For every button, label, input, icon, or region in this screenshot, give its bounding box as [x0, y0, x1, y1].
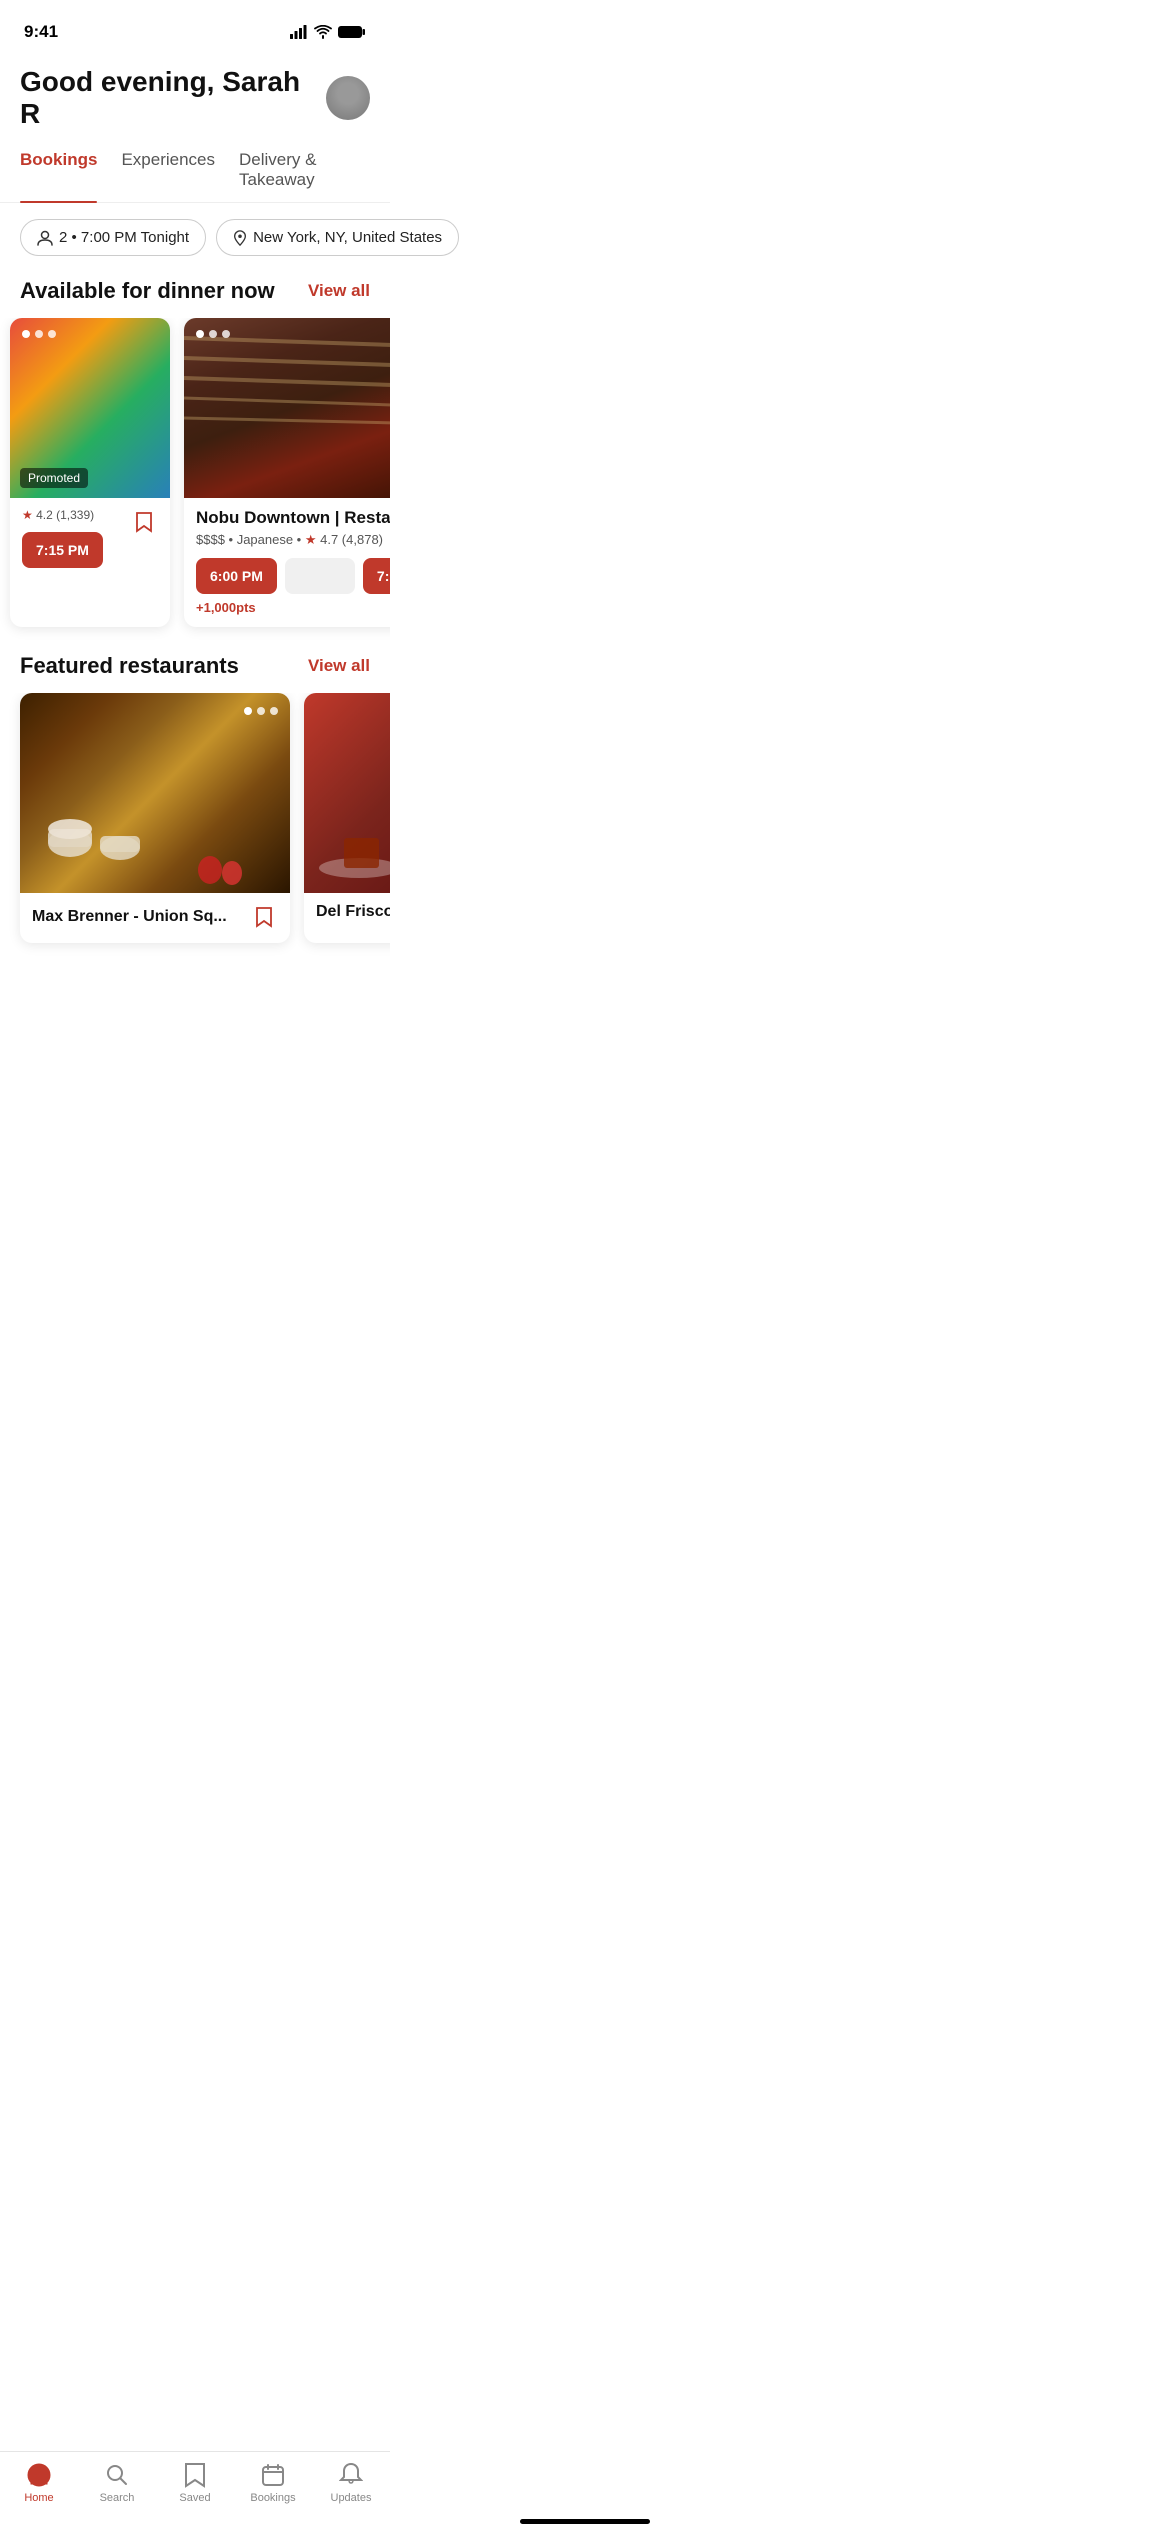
available-section-title: Available for dinner now	[20, 278, 275, 304]
max-brenner-card-body: Max Brenner - Union Sq...	[20, 893, 290, 943]
max-brenner-image	[20, 693, 290, 893]
status-icons	[290, 25, 366, 39]
nav-saved-label: Saved	[179, 2492, 210, 2504]
signal-icon	[290, 25, 308, 39]
nobu-card-meta: $$$$ • Japanese • ★ 4.7 (4,878)	[196, 532, 390, 548]
max-brenner-card[interactable]: Max Brenner - Union Sq...	[20, 693, 290, 943]
promoted-time-buttons: 7:15 PM	[22, 532, 158, 568]
featured-restaurants-scroll: Max Brenner - Union Sq...	[0, 693, 390, 973]
bell-icon	[338, 2462, 364, 2488]
greeting-text: Good evening, Sarah R	[20, 66, 326, 130]
nav-updates[interactable]: Updates	[321, 2462, 381, 2504]
tabs-container: Bookings Experiences Delivery & Takeaway	[0, 140, 390, 203]
nav-updates-label: Updates	[331, 2492, 372, 2504]
promoted-card-body: ★ 4.2 (1,339) 7:15 PM	[10, 498, 170, 580]
max-brenner-name: Max Brenner - Union Sq...	[32, 908, 250, 926]
search-icon	[104, 2462, 130, 2488]
bookmark-icon	[182, 2462, 208, 2488]
nobu-time-buttons: 6:00 PM 7:15 PM	[196, 558, 390, 594]
status-bar: 9:41	[0, 0, 390, 50]
avatar[interactable]	[326, 76, 370, 120]
nobu-card-dots	[196, 330, 230, 338]
available-view-all[interactable]: View all	[308, 281, 370, 301]
tab-bookings[interactable]: Bookings	[20, 140, 97, 202]
del-friscos-image	[304, 693, 390, 893]
available-restaurants-scroll: true Promoted ★ 4.2 (1,339) 7:15 PM	[0, 318, 390, 647]
del-friscos-card-body: Del Frisco's G...	[304, 893, 390, 933]
max-brenner-bookmark-button[interactable]	[250, 903, 278, 931]
location-icon	[233, 230, 247, 246]
featured-view-all[interactable]: View all	[308, 656, 370, 676]
nav-saved[interactable]: Saved	[165, 2462, 225, 2504]
promoted-badge: true Promoted	[20, 468, 88, 488]
time-button-715pm-promoted[interactable]: 7:15 PM	[22, 532, 103, 568]
nav-bookings-label: Bookings	[250, 2492, 295, 2504]
person-icon	[37, 230, 53, 246]
nobu-time-placeholder	[285, 558, 355, 594]
nobu-card-body: Nobu Downtown | Resta... $$$$ • Japanese…	[184, 498, 390, 627]
promoted-restaurant-card[interactable]: true Promoted ★ 4.2 (1,339) 7:15 PM	[10, 318, 170, 627]
home-indicator	[520, 2519, 650, 2524]
nobu-time-715pm[interactable]: 7:15 PM	[363, 558, 390, 594]
card-image-dots	[22, 330, 56, 338]
bottom-navigation: Home Search Saved Booki	[0, 2451, 390, 2532]
guests-filter[interactable]: 2 • 7:00 PM Tonight	[20, 219, 206, 256]
home-icon	[26, 2462, 52, 2488]
nobu-points-label: +1,000pts	[196, 600, 390, 615]
nav-home[interactable]: Home	[9, 2462, 69, 2504]
location-filter-label: New York, NY, United States	[253, 229, 442, 246]
del-friscos-name: Del Frisco's G...	[316, 903, 390, 921]
nav-bookings[interactable]: Bookings	[243, 2462, 303, 2504]
battery-icon	[338, 25, 366, 39]
del-friscos-card[interactable]: Del Frisco's G...	[304, 693, 390, 943]
nav-search-label: Search	[100, 2492, 135, 2504]
nobu-card-image	[184, 318, 390, 498]
nobu-card-name: Nobu Downtown | Resta...	[196, 508, 390, 528]
nav-home-label: Home	[24, 2492, 53, 2504]
tab-experiences[interactable]: Experiences	[121, 140, 215, 202]
nobu-restaurant-card[interactable]: Nobu Downtown | Resta... $$$$ • Japanese…	[184, 318, 390, 627]
promoted-bookmark-button[interactable]	[130, 508, 158, 536]
location-filter[interactable]: New York, NY, United States	[216, 219, 459, 256]
tab-delivery[interactable]: Delivery & Takeaway	[239, 140, 370, 202]
header: Good evening, Sarah R	[0, 50, 390, 140]
wifi-icon	[314, 25, 332, 39]
calendar-icon	[260, 2462, 286, 2488]
nobu-time-600pm[interactable]: 6:00 PM	[196, 558, 277, 594]
nav-search[interactable]: Search	[87, 2462, 147, 2504]
promoted-card-image: true Promoted	[10, 318, 170, 498]
guests-filter-label: 2 • 7:00 PM Tonight	[59, 229, 189, 246]
available-section-header: Available for dinner now View all	[0, 272, 390, 318]
featured-section-header: Featured restaurants View all	[0, 647, 390, 693]
status-time: 9:41	[24, 22, 58, 42]
featured-section-title: Featured restaurants	[20, 653, 239, 679]
max-brenner-dots	[244, 707, 278, 715]
filter-row: 2 • 7:00 PM Tonight New York, NY, United…	[0, 203, 390, 272]
